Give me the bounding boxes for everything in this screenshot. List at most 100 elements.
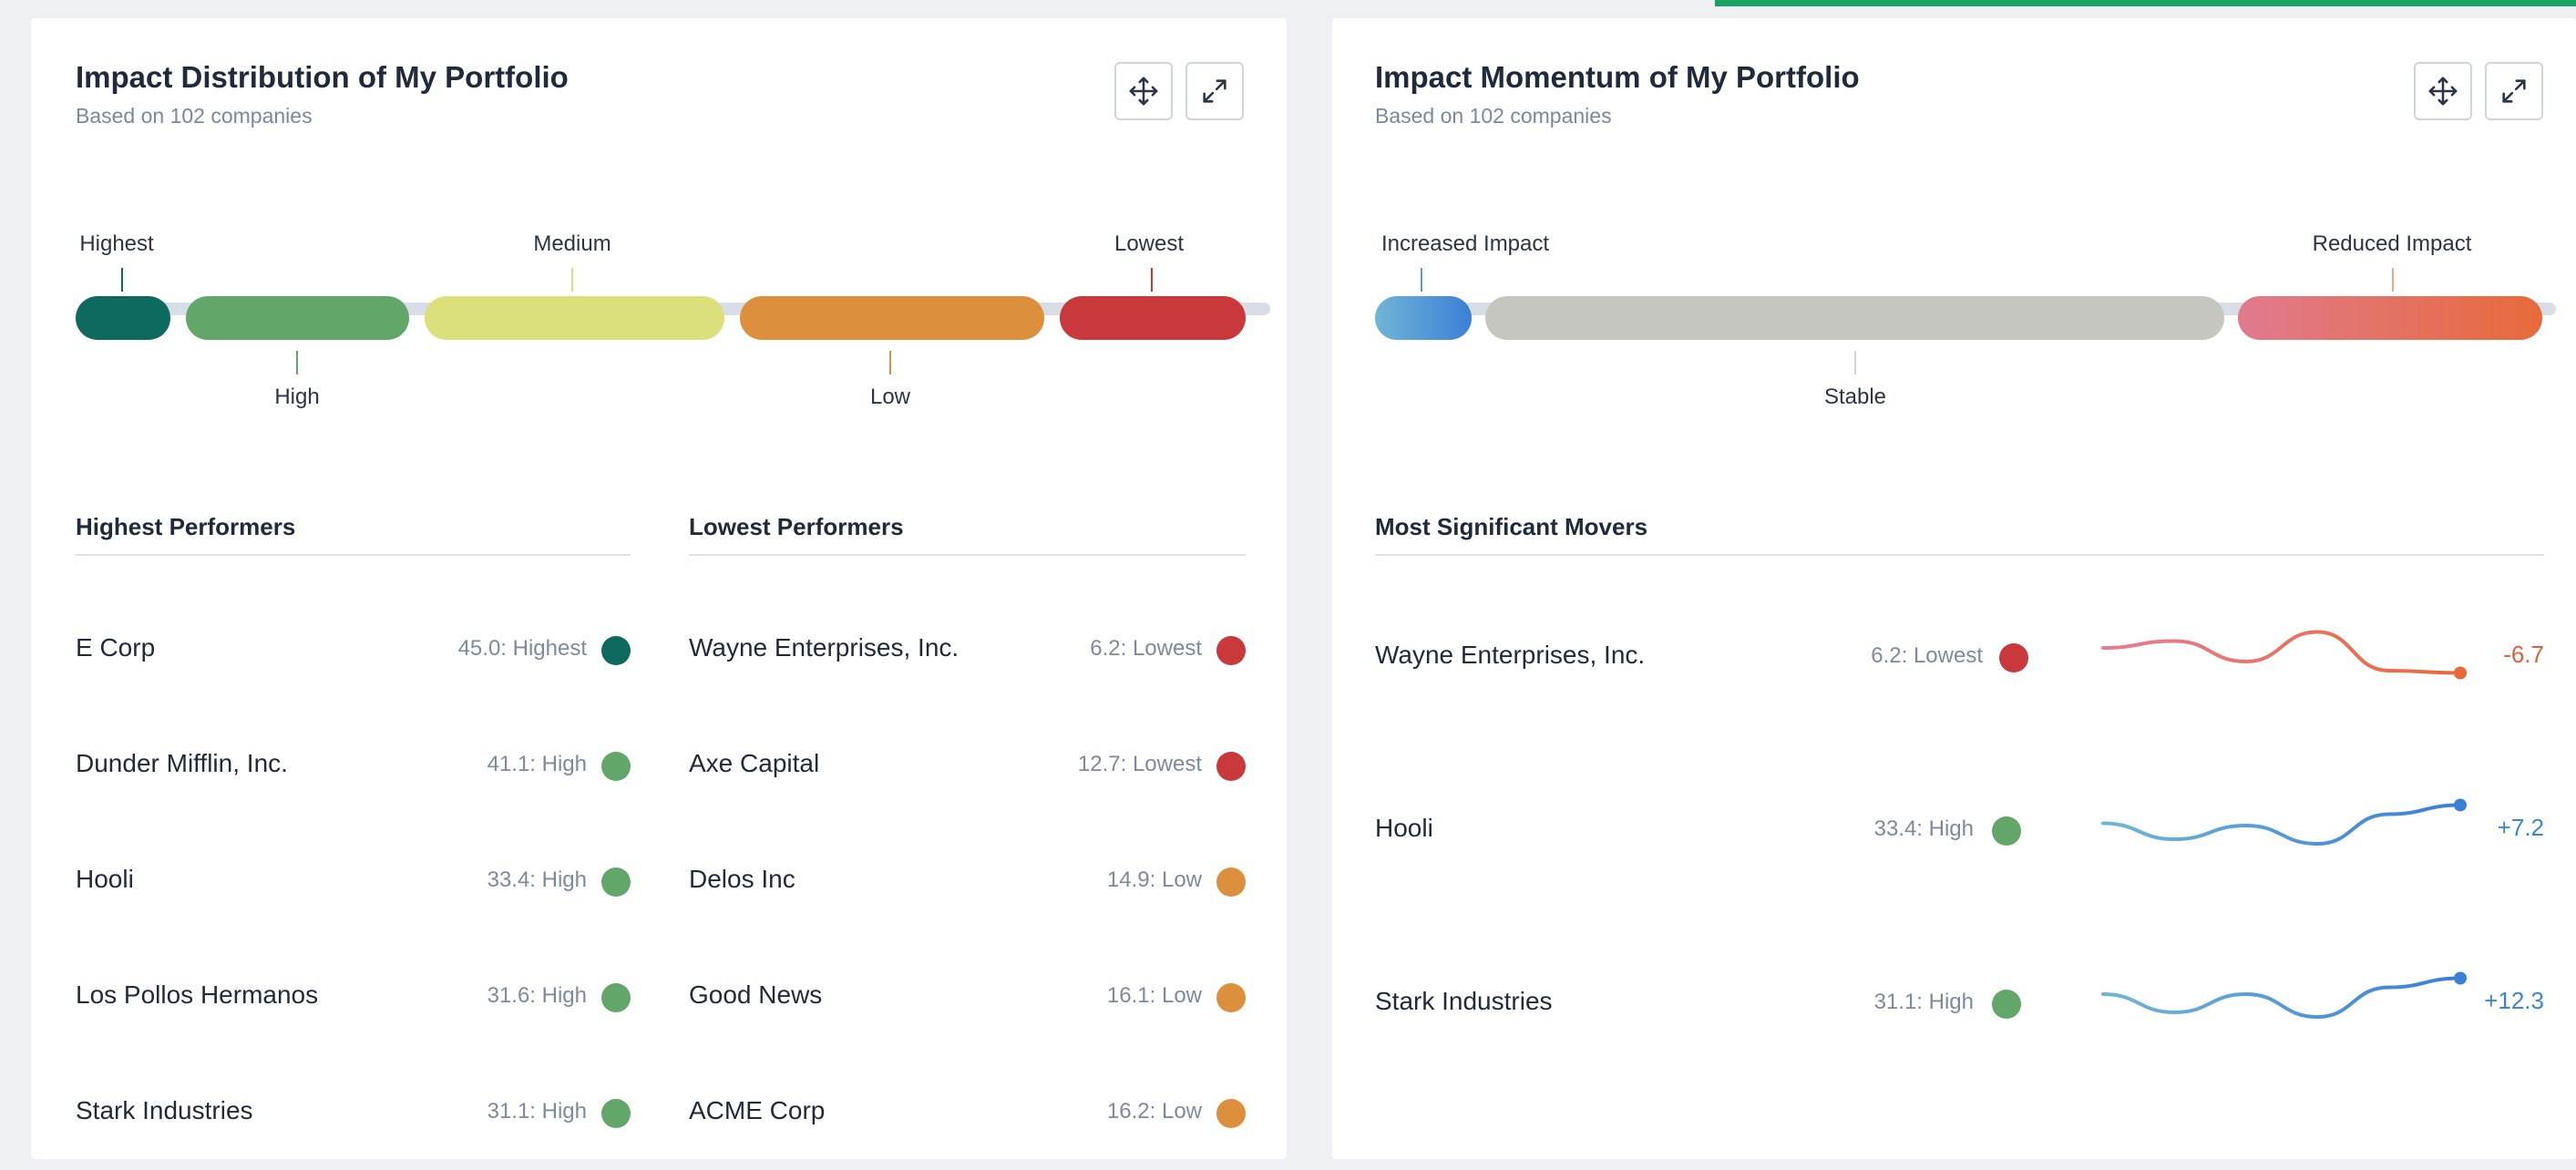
list-item[interactable]: Stark Industries 31.1: High +12.3: [1375, 971, 2544, 1023]
panel-title: Impact Distribution of My Portfolio: [76, 60, 569, 94]
scale-segment-highest: [76, 296, 170, 340]
panel-subtitle: Based on 102 companies: [1375, 104, 1612, 128]
list-item[interactable]: Los Pollos Hermanos 31.6: High: [76, 980, 631, 1017]
level-dot: [1216, 636, 1246, 665]
sparkline-path: [2101, 803, 2462, 847]
section-divider: [76, 554, 631, 556]
expand-icon: [1203, 79, 1226, 103]
list-item[interactable]: ACME Corp 16.2: Low: [689, 1096, 1246, 1133]
sparkline-path: [2101, 630, 2462, 675]
expand-button[interactable]: [2485, 62, 2543, 120]
scale-label-highest: Highest: [79, 231, 154, 256]
score-label: 16.1: Low: [1106, 983, 1202, 1008]
level-dot: [1999, 643, 2028, 672]
score-label: 31.1: High: [487, 1099, 587, 1124]
lowest-performers-title: Lowest Performers: [689, 513, 904, 540]
expand-button[interactable]: [1185, 62, 1244, 120]
scale-label-lowest: Lowest: [1114, 231, 1185, 256]
level-dot: [601, 983, 631, 1012]
scale-label-high: High: [274, 385, 320, 409]
delta-value: +12.3: [2484, 987, 2544, 1014]
expand-icon: [2502, 79, 2526, 103]
scale-tick-medium: [571, 268, 573, 292]
company-name: Hooli: [1375, 814, 1433, 842]
level-dot: [1992, 990, 2021, 1019]
list-item[interactable]: Wayne Enterprises, Inc. 6.2: Lowest -6.7: [1375, 630, 2544, 680]
score-label: 33.4: High: [487, 867, 587, 892]
list-item[interactable]: Dunder Mifflin, Inc. 41.1: High: [76, 749, 631, 785]
company-name: Dunder Mifflin, Inc.: [76, 749, 288, 777]
company-name: Los Pollos Hermanos: [76, 980, 319, 1009]
scale-segment-stable: [1485, 296, 2224, 340]
panel-subtitle: Based on 102 companies: [76, 104, 313, 128]
company-name: ACME Corp: [689, 1096, 826, 1124]
highest-performers-title: Highest Performers: [76, 513, 296, 540]
move-button[interactable]: [1114, 62, 1173, 120]
list-item[interactable]: E Corp 45.0: Highest: [76, 633, 631, 670]
delta-value: +7.2: [2497, 814, 2544, 841]
sparkline-endpoint: [2454, 666, 2467, 680]
company-name: Axe Capital: [689, 749, 820, 777]
score-label: 31.1: High: [1873, 990, 1974, 1014]
score-label: 6.2: Lowest: [1871, 643, 1983, 668]
score-label: 31.6: High: [487, 983, 587, 1008]
level-dot: [1216, 867, 1246, 897]
scale-tick-stable: [1854, 351, 1856, 375]
move-button[interactable]: [2414, 62, 2472, 120]
list-item[interactable]: Good News 16.1: Low: [689, 980, 1246, 1017]
level-dot: [1216, 1099, 1246, 1128]
scale-label-reduced: Reduced Impact: [2312, 231, 2472, 256]
top-accent-bar: [1715, 0, 2576, 6]
panel-title: Impact Momentum of My Portfolio: [1375, 60, 1860, 94]
list-item[interactable]: Delos Inc 14.9: Low: [689, 865, 1246, 901]
sparkline-endpoint: [2454, 798, 2467, 812]
level-dot: [1216, 983, 1246, 1012]
level-dot: [1216, 752, 1246, 781]
scale-segment-low: [740, 296, 1044, 340]
trend-sparkline: [2101, 798, 2467, 847]
list-item[interactable]: Hooli 33.4: High +7.2: [1375, 798, 2544, 850]
company-name: Delos Inc: [689, 865, 795, 893]
score-label: 16.2: Low: [1106, 1099, 1202, 1124]
move-icon: [2428, 77, 2458, 106]
movers-title: Most Significant Movers: [1375, 513, 1648, 540]
score-label: 12.7: Lowest: [1077, 752, 1202, 776]
list-item[interactable]: Wayne Enterprises, Inc. 6.2: Lowest: [689, 633, 1246, 670]
list-item[interactable]: Stark Industries 31.1: High: [76, 1096, 631, 1133]
level-dot: [601, 752, 631, 781]
scale-segment-increased: [1375, 296, 1472, 340]
sparkline-path: [2101, 976, 2462, 1020]
scale-segment-medium: [425, 296, 724, 340]
scale-label-increased: Increased Impact: [1380, 231, 1550, 256]
scale-tick-high: [296, 351, 298, 375]
list-item[interactable]: Hooli 33.4: High: [76, 865, 631, 901]
scale-segment-reduced: [2238, 296, 2542, 340]
section-divider: [689, 554, 1246, 556]
scale-tick-low: [889, 351, 891, 375]
score-label: 6.2: Lowest: [1090, 636, 1202, 661]
level-dot: [601, 867, 631, 897]
score-label: 33.4: High: [1873, 816, 1974, 841]
company-name: Wayne Enterprises, Inc.: [689, 633, 960, 662]
level-dot: [601, 1099, 631, 1128]
trend-sparkline: [2101, 971, 2467, 1020]
scale-label-medium: Medium: [533, 231, 611, 256]
company-name: E Corp: [76, 633, 156, 662]
list-item[interactable]: Axe Capital 12.7: Lowest: [689, 749, 1246, 785]
scale-segment-high: [186, 296, 409, 340]
sparkline-endpoint: [2454, 971, 2467, 985]
scale-label-low: Low: [869, 385, 911, 409]
score-label: 41.1: High: [487, 752, 587, 776]
score-label: 45.0: Highest: [457, 636, 587, 661]
company-name: Good News: [689, 980, 823, 1009]
section-divider: [1375, 554, 2544, 556]
scale-tick-increased: [1421, 268, 1422, 292]
company-name: Wayne Enterprises, Inc.: [1375, 641, 1646, 669]
level-dot: [1992, 816, 2021, 846]
scale-segment-lowest: [1060, 296, 1246, 340]
trend-sparkline: [2101, 630, 2467, 680]
level-dot: [601, 636, 631, 665]
move-icon: [1129, 77, 1158, 106]
scale-tick-lowest: [1151, 268, 1153, 292]
impact-momentum-panel: Impact Momentum of My Portfolio Based on…: [1332, 18, 2576, 1159]
